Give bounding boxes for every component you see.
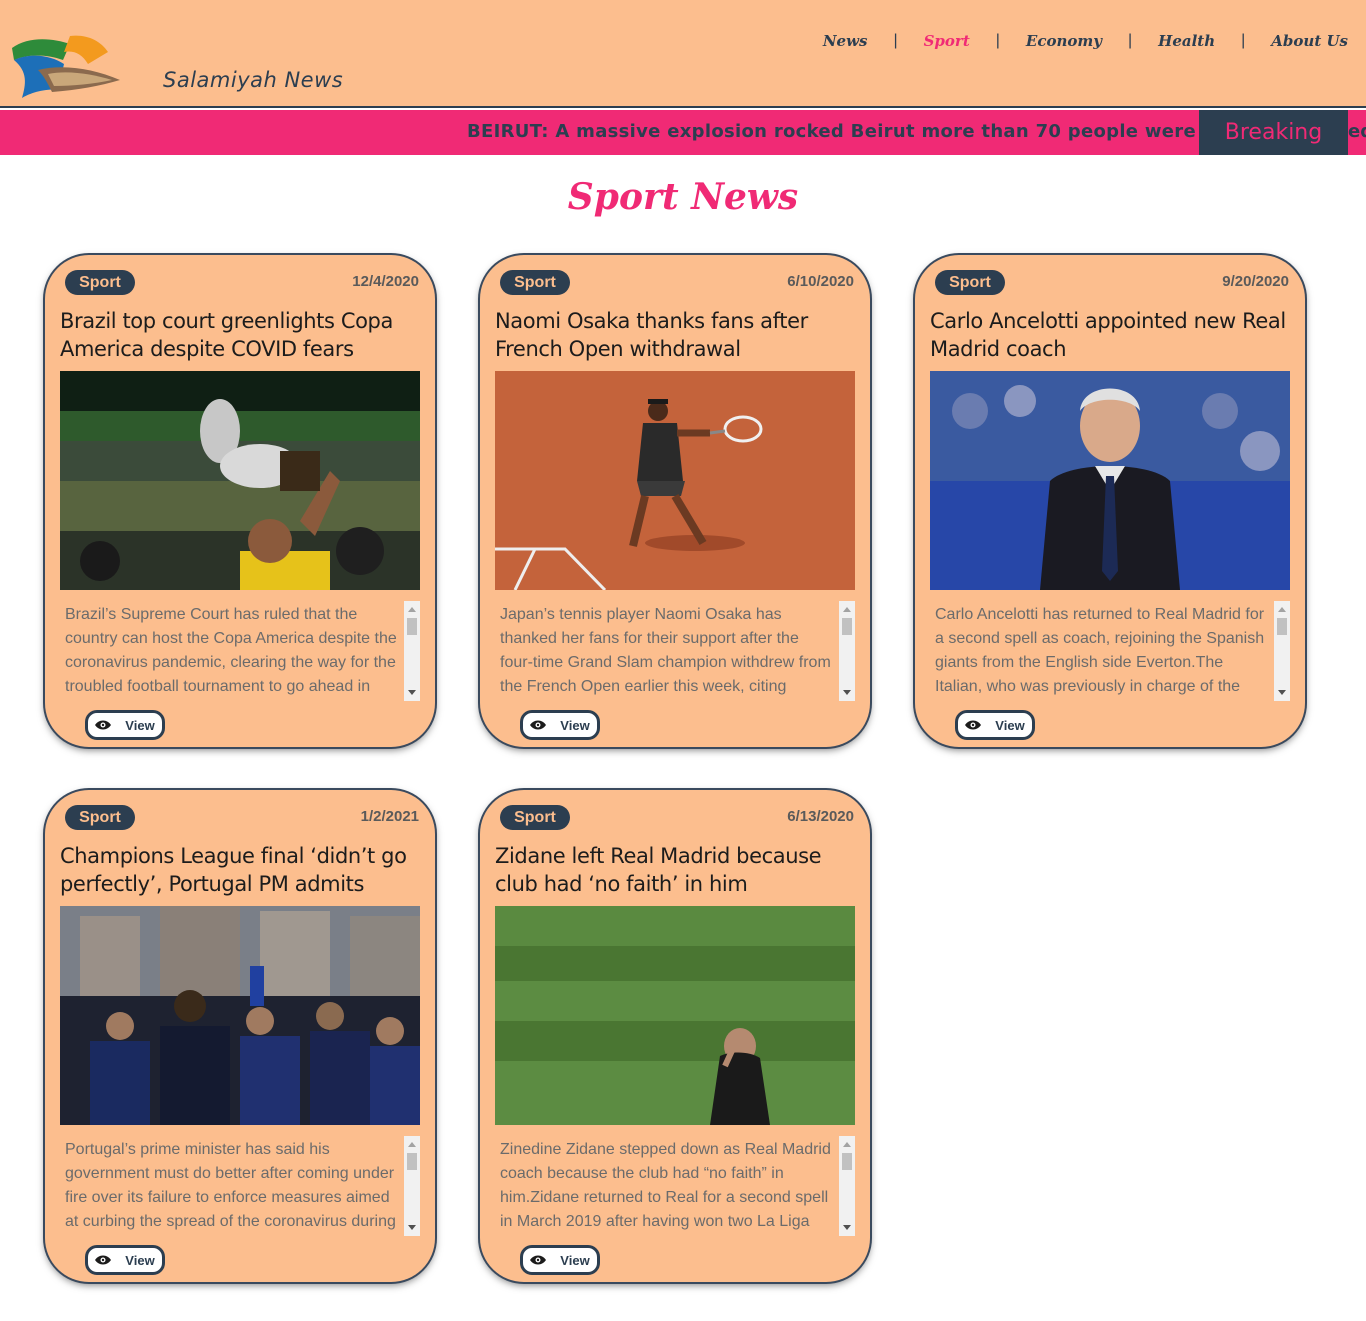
nav-economy[interactable]: Economy <box>1026 32 1102 50</box>
scroll-up-icon[interactable] <box>408 1142 416 1147</box>
breaking-news-ticker: BEIRUT: A massive explosion rocked Beiru… <box>0 110 1366 155</box>
card-date: 6/13/2020 <box>787 808 854 825</box>
card-date: 12/4/2020 <box>352 273 419 290</box>
description-scrollbar[interactable] <box>839 601 855 701</box>
description-box[interactable]: Japan’s tennis player Naomi Osaka has th… <box>495 601 855 701</box>
site-header: Salamiyah News News | Sport | Economy | … <box>0 0 1366 108</box>
description-box[interactable]: Brazil’s Supreme Court has ruled that th… <box>60 601 420 701</box>
site-logo[interactable] <box>8 30 124 100</box>
ticker-headline-repeat: ed <box>1348 121 1366 142</box>
view-button-label: View <box>995 717 1025 733</box>
view-button[interactable]: View <box>955 710 1035 740</box>
nav-news[interactable]: News <box>823 32 868 50</box>
nav-health[interactable]: Health <box>1158 32 1215 50</box>
card-title: Brazil top court greenlights Copa Americ… <box>60 309 393 361</box>
view-button[interactable]: View <box>520 710 600 740</box>
category-badge: Sport <box>500 805 570 830</box>
nav-separator: | <box>1128 32 1133 49</box>
scroll-thumb[interactable] <box>407 618 417 635</box>
nav-sport[interactable]: Sport <box>924 32 970 50</box>
card-description: Carlo Ancelotti has returned to Real Mad… <box>935 606 1265 695</box>
card-title: Naomi Osaka thanks fans after French Ope… <box>495 309 808 361</box>
eye-icon <box>965 720 982 730</box>
scroll-down-icon[interactable] <box>1278 690 1286 695</box>
category-badge: Sport <box>935 270 1005 295</box>
scroll-down-icon[interactable] <box>843 1225 851 1230</box>
scroll-thumb[interactable] <box>1277 618 1287 635</box>
nav-separator: | <box>995 32 1000 49</box>
nav-separator: | <box>893 32 898 49</box>
card-title: Zidane left Real Madrid because club had… <box>495 844 822 896</box>
scroll-thumb[interactable] <box>842 1153 852 1170</box>
view-button[interactable]: View <box>85 1245 165 1275</box>
description-box[interactable]: Carlo Ancelotti has returned to Real Mad… <box>930 601 1290 701</box>
page-title: Sport News <box>567 176 799 218</box>
eye-icon <box>530 1255 547 1265</box>
scroll-thumb[interactable] <box>407 1153 417 1170</box>
description-scrollbar[interactable] <box>1274 601 1290 701</box>
description-scrollbar[interactable] <box>839 1136 855 1236</box>
card-date: 6/10/2020 <box>787 273 854 290</box>
view-button[interactable]: View <box>85 710 165 740</box>
news-card: Sport 1/2/2021 Champions League final ‘d… <box>45 790 435 1282</box>
scroll-down-icon[interactable] <box>843 690 851 695</box>
ticker-headline[interactable]: BEIRUT: A massive explosion rocked Beiru… <box>467 121 1260 142</box>
fans-celebrating-street-photo <box>60 906 420 1125</box>
description-box[interactable]: Zinedine Zidane stepped down as Real Mad… <box>495 1136 855 1236</box>
card-date: 9/20/2020 <box>1222 273 1289 290</box>
description-scrollbar[interactable] <box>404 1136 420 1236</box>
scroll-up-icon[interactable] <box>408 607 416 612</box>
card-date: 1/2/2021 <box>360 808 419 825</box>
category-badge: Sport <box>65 805 135 830</box>
card-description: Zinedine Zidane stepped down as Real Mad… <box>500 1141 831 1230</box>
card-description: Portugal’s prime minister has said his g… <box>65 1141 396 1230</box>
scroll-up-icon[interactable] <box>1278 607 1286 612</box>
description-scrollbar[interactable] <box>404 601 420 701</box>
card-description: Japan’s tennis player Naomi Osaka has th… <box>500 606 831 695</box>
card-image <box>495 371 855 590</box>
news-card: Sport 12/4/2020 Brazil top court greenli… <box>45 255 435 747</box>
view-button-label: View <box>560 1252 590 1268</box>
card-image <box>60 906 420 1125</box>
card-title: Champions League final ‘didn’t go perfec… <box>60 844 407 896</box>
site-name: Salamiyah News <box>163 68 344 92</box>
pitch-coach-photo <box>495 906 855 1125</box>
card-image <box>60 371 420 590</box>
card-image <box>930 371 1290 590</box>
card-title: Carlo Ancelotti appointed new Real Madri… <box>930 309 1286 361</box>
scroll-down-icon[interactable] <box>408 1225 416 1230</box>
breaking-label: Breaking <box>1199 110 1348 155</box>
card-description: Brazil’s Supreme Court has ruled that th… <box>65 606 397 695</box>
scroll-up-icon[interactable] <box>843 607 851 612</box>
news-card: Sport 9/20/2020 Carlo Ancelotti appointe… <box>915 255 1305 747</box>
description-box[interactable]: Portugal’s prime minister has said his g… <box>60 1136 420 1236</box>
scroll-down-icon[interactable] <box>408 690 416 695</box>
nav-separator: | <box>1241 32 1246 49</box>
view-button[interactable]: View <box>520 1245 600 1275</box>
view-button-label: View <box>125 1252 155 1268</box>
card-image <box>495 906 855 1125</box>
eye-icon <box>95 1255 112 1265</box>
eye-icon <box>530 720 547 730</box>
news-card: Sport 6/13/2020 Zidane left Real Madrid … <box>480 790 870 1282</box>
news-card: Sport 6/10/2020 Naomi Osaka thanks fans … <box>480 255 870 747</box>
view-button-label: View <box>560 717 590 733</box>
scroll-up-icon[interactable] <box>843 1142 851 1147</box>
category-badge: Sport <box>65 270 135 295</box>
category-badge: Sport <box>500 270 570 295</box>
view-button-label: View <box>125 717 155 733</box>
eye-icon <box>95 720 112 730</box>
scroll-thumb[interactable] <box>842 618 852 635</box>
copa-america-trophy-photo <box>60 371 420 590</box>
coach-portrait-photo <box>930 371 1290 590</box>
nav-about-us[interactable]: About Us <box>1271 32 1348 50</box>
tennis-clay-court-photo <box>495 371 855 590</box>
main-nav: News | Sport | Economy | Health | About … <box>823 32 1348 50</box>
